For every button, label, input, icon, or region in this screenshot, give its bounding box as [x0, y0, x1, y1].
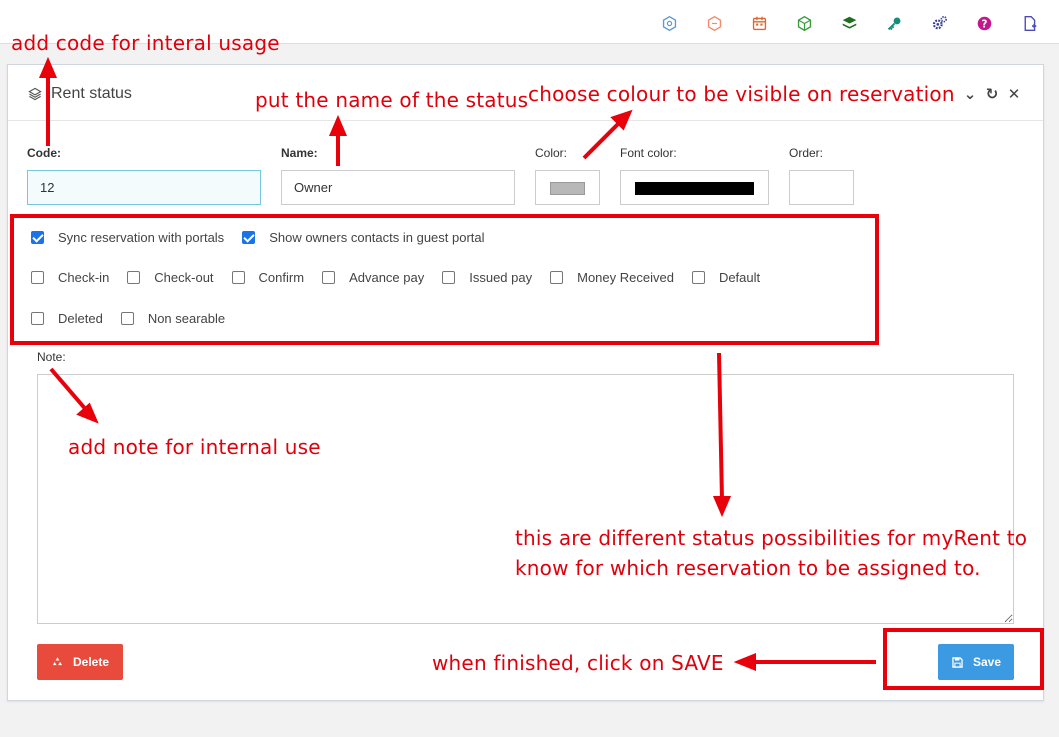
- name-label: Name:: [281, 146, 318, 160]
- status-options: Sync reservation with portals Show owners…: [11, 215, 880, 346]
- note-textarea[interactable]: [37, 374, 1014, 624]
- order-input[interactable]: [789, 170, 854, 205]
- option-confirm[interactable]: Confirm: [231, 270, 305, 285]
- refresh-icon[interactable]: ↻: [985, 85, 999, 103]
- option-label: Check-in: [58, 270, 110, 285]
- key-icon[interactable]: [883, 12, 905, 34]
- checkbox[interactable]: [120, 312, 134, 325]
- delete-button-label: Delete: [72, 655, 110, 669]
- option-label: Non searable: [147, 311, 226, 326]
- new-document-icon[interactable]: [1018, 12, 1040, 34]
- layers-icon[interactable]: [838, 12, 860, 34]
- order-label: Order:: [789, 146, 824, 160]
- options-row-3: Deleted Non searable: [31, 311, 243, 326]
- save-button-label: Save: [972, 655, 1002, 669]
- checkbox[interactable]: [31, 312, 44, 325]
- annotation-status-line-1: this are different status possibilities …: [515, 526, 1028, 550]
- font-color-picker[interactable]: [620, 170, 769, 205]
- option-label: Deleted: [58, 311, 103, 326]
- calendar-icon[interactable]: [748, 12, 770, 34]
- option-label: Issued pay: [469, 270, 533, 285]
- code-label: Code:: [27, 146, 61, 160]
- portal-icon[interactable]: [658, 12, 680, 34]
- rent-status-panel: Rent status ⌄ ↻ ✕ Code: Name: Color: Fon…: [7, 64, 1044, 701]
- option-non-searable[interactable]: Non searable: [120, 311, 226, 326]
- hexagon-icon[interactable]: [703, 12, 725, 34]
- toolbar-icons: ?: [658, 12, 1059, 34]
- checkbox[interactable]: [31, 231, 44, 244]
- annotation-color: choose colour to be visible on reservati…: [528, 82, 955, 106]
- checkbox[interactable]: [31, 271, 44, 284]
- cube-icon[interactable]: [793, 12, 815, 34]
- options-row-2: Check-in Check-out Confirm Advance pay Issue…: [31, 270, 778, 285]
- option-issued-pay[interactable]: Issued pay: [442, 270, 532, 285]
- option-default[interactable]: Default: [691, 270, 761, 285]
- option-check-out[interactable]: Check-out: [127, 270, 214, 285]
- svg-text:?: ?: [981, 19, 987, 30]
- panel-title-text: Rent status: [51, 85, 132, 102]
- note-label: Note:: [37, 350, 66, 364]
- annotation-note: add note for internal use: [68, 435, 321, 459]
- cogs-icon[interactable]: [928, 12, 950, 34]
- layers-icon: [28, 87, 42, 101]
- help-icon[interactable]: ?: [973, 12, 995, 34]
- option-show-owners-contacts-in-guest-portal[interactable]: Show owners contacts in guest portal: [242, 230, 485, 245]
- checkbox[interactable]: [691, 271, 705, 284]
- option-money-received[interactable]: Money Received: [550, 270, 674, 285]
- option-label: Show owners contacts in guest portal: [269, 230, 485, 245]
- annotation-status-line-2: know for which reservation to be assigne…: [515, 556, 981, 580]
- checkbox[interactable]: [231, 271, 245, 284]
- code-input[interactable]: [27, 170, 261, 205]
- option-label: Confirm: [258, 270, 305, 285]
- option-label: Advance pay: [349, 270, 425, 285]
- recycle-icon: [52, 656, 63, 665]
- color-swatch: [550, 182, 585, 195]
- annotation-code: add code for interal usage: [11, 31, 280, 55]
- name-input[interactable]: [281, 170, 515, 205]
- option-check-in[interactable]: Check-in: [31, 270, 109, 285]
- annotation-save: when finished, click on SAVE: [432, 651, 724, 675]
- color-picker[interactable]: [535, 170, 600, 205]
- option-label: Default: [718, 270, 761, 285]
- panel-title: Rent status: [27, 85, 132, 103]
- font-color-swatch: [635, 182, 754, 195]
- font-color-label: Font color:: [620, 146, 677, 160]
- option-advance-pay[interactable]: Advance pay: [322, 270, 424, 285]
- collapse-icon[interactable]: ⌄: [963, 85, 977, 103]
- checkbox[interactable]: [127, 271, 141, 284]
- option-label: Sync reservation with portals: [58, 230, 225, 245]
- options-row-1: Sync reservation with portals Show owners…: [31, 230, 503, 245]
- checkbox[interactable]: [242, 231, 256, 244]
- option-deleted[interactable]: Deleted: [31, 311, 103, 326]
- option-label: Check-out: [154, 270, 214, 285]
- floppy-icon: [952, 656, 963, 668]
- checkbox[interactable]: [442, 271, 456, 284]
- panel-tools: ⌄ ↻ ✕: [963, 85, 1021, 103]
- close-icon[interactable]: ✕: [1007, 85, 1021, 103]
- annotation-name: put the name of the status: [255, 88, 529, 112]
- checkbox[interactable]: [550, 271, 564, 284]
- delete-button[interactable]: Delete: [37, 644, 123, 680]
- option-sync-reservation-with-portals[interactable]: Sync reservation with portals: [31, 230, 224, 245]
- checkbox[interactable]: [322, 271, 336, 284]
- option-label: Money Received: [577, 270, 674, 285]
- color-label: Color:: [535, 146, 568, 160]
- save-button[interactable]: Save: [938, 644, 1014, 680]
